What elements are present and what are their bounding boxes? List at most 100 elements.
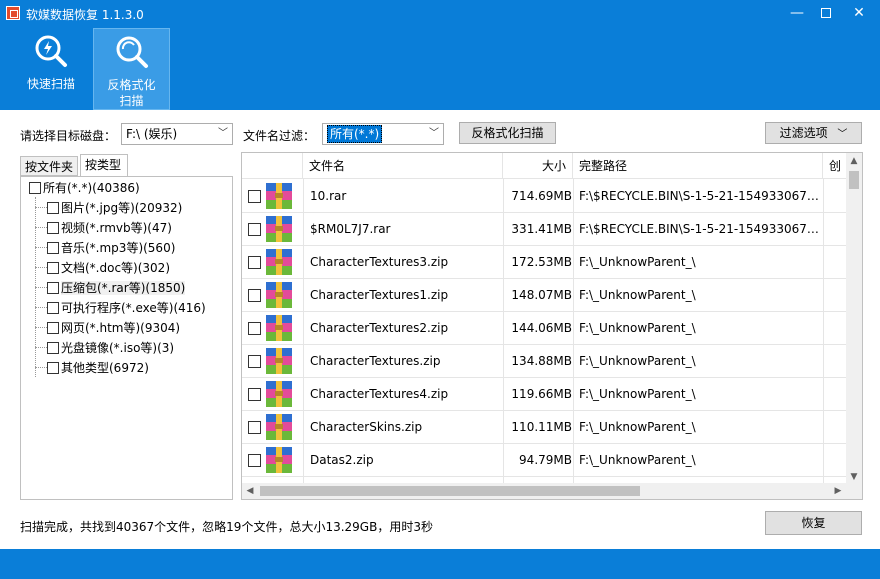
row-checkbox[interactable] (248, 190, 261, 203)
toolbar: 快速扫描 反格式化 扫描 (0, 28, 880, 110)
checkbox[interactable] (47, 362, 59, 374)
checkbox[interactable] (47, 282, 59, 294)
disk-select-value: F:\ (娱乐) (126, 127, 178, 141)
table-row[interactable]: CharacterTextures2.zip 144.06MB F:\_Unknow… (242, 312, 846, 345)
unformat-scan-icon (116, 36, 148, 68)
file-path: F:\_UnknowParent_\ (579, 255, 696, 269)
column-header-path[interactable]: 完整路径 (573, 153, 823, 179)
file-size: 172.53MB (511, 255, 572, 269)
archive-file-icon (264, 181, 294, 211)
horizontal-scrollbar[interactable]: ◀ ▶ (242, 483, 846, 499)
checkbox[interactable] (47, 262, 59, 274)
close-button[interactable]: ✕ (845, 4, 873, 24)
recover-button[interactable]: 恢复 (765, 511, 862, 535)
column-header-name[interactable]: 文件名 (303, 153, 503, 179)
row-checkbox[interactable] (248, 322, 261, 335)
scroll-up-icon[interactable]: ▲ (846, 153, 862, 169)
file-size: 148.07MB (511, 288, 572, 302)
tree-node-disc-images[interactable]: 光盘镜像(*.iso等)(3) (47, 339, 174, 357)
table-row[interactable]: CharacterTextures1.zip 148.07MB F:\_Unknow… (242, 279, 846, 312)
quick-scan-button[interactable]: 快速扫描 (12, 28, 90, 110)
checkbox[interactable] (29, 182, 41, 194)
table-row[interactable]: CharacterTextures4.zip 119.66MB F:\_Unknow… (242, 378, 846, 411)
file-name: CharacterTextures3.zip (310, 255, 449, 269)
archive-file-icon (264, 313, 294, 343)
tree-node-archives[interactable]: 压缩包(*.rar等)(1850) (47, 279, 186, 297)
checkbox[interactable] (47, 242, 59, 254)
archive-file-icon (264, 346, 294, 376)
file-path: F:\$RECYCLE.BIN\S-1-5-21-1549330675... (579, 189, 823, 203)
file-path: F:\_UnknowParent_\ (579, 387, 696, 401)
checkbox[interactable] (47, 322, 59, 334)
file-path: F:\_UnknowParent_\ (579, 288, 696, 302)
table-row[interactable]: Datas2.zip 94.79MB F:\_UnknowParent_\ (242, 444, 846, 477)
minimize-button[interactable]: — (783, 4, 811, 24)
scroll-left-icon[interactable]: ◀ (242, 483, 258, 499)
checkbox[interactable] (47, 202, 59, 214)
column-header-size[interactable]: 大小 (503, 153, 573, 179)
row-checkbox[interactable] (248, 421, 261, 434)
tree-node-video[interactable]: 视频(*.rmvb等)(47) (47, 219, 172, 237)
file-path: F:\_UnknowParent_\ (579, 321, 696, 335)
row-checkbox[interactable] (248, 223, 261, 236)
checkbox[interactable] (47, 302, 59, 314)
chevron-down-icon: ﹀ (429, 128, 439, 139)
tree-node-other[interactable]: 其他类型(6972) (47, 359, 149, 377)
chevron-down-icon: ﹀ (218, 128, 228, 139)
file-size: 134.88MB (511, 354, 572, 368)
vertical-scrollbar[interactable]: ▲ ▼ (846, 153, 862, 485)
file-path: F:\_UnknowParent_\ (579, 354, 696, 368)
file-size: 331.41MB (511, 222, 572, 236)
file-name: CharacterTextures1.zip (310, 288, 449, 302)
file-name: Datas2.zip (310, 453, 374, 467)
tab-by-folder[interactable]: 按文件夹 (20, 156, 78, 176)
file-path: F:\_UnknowParent_\ (579, 453, 696, 467)
table-row[interactable]: 10.rar 714.69MB F:\$RECYCLE.BIN\S-1-5-21-1… (242, 180, 846, 213)
checkbox[interactable] (47, 222, 59, 234)
disk-select[interactable]: F:\ (娱乐) ﹀ (121, 123, 233, 145)
scroll-thumb[interactable] (260, 486, 640, 496)
disk-label: 请选择目标磁盘： (20, 129, 117, 143)
table-row[interactable]: $RM0L7J7.rar 331.41MB F:\$RECYCLE.BIN\S-1-… (242, 213, 846, 246)
column-header-select[interactable] (242, 153, 303, 179)
filter-options-button[interactable]: 过滤选项 ﹀ (765, 122, 862, 144)
row-checkbox[interactable] (248, 355, 261, 368)
quick-scan-icon (35, 35, 67, 67)
tree-node-images[interactable]: 图片(*.jpg等)(20932) (47, 199, 182, 217)
row-checkbox[interactable] (248, 256, 261, 269)
tree-node-documents[interactable]: 文档(*.doc等)(302) (47, 259, 170, 277)
row-checkbox[interactable] (248, 289, 261, 302)
file-size: 714.69MB (511, 189, 572, 203)
row-checkbox[interactable] (248, 388, 261, 401)
file-size: 110.11MB (511, 420, 572, 434)
file-name: $RM0L7J7.rar (310, 222, 391, 236)
unformat-scan-action-button[interactable]: 反格式化扫描 (459, 122, 556, 144)
maximize-button[interactable] (812, 4, 840, 24)
tree-node-webpages[interactable]: 网页(*.htm等)(9304) (47, 319, 180, 337)
app-icon (6, 6, 20, 20)
file-name: CharacterSkins.zip (310, 420, 423, 434)
tree-node-music[interactable]: 音乐(*.mp3等)(560) (47, 239, 175, 257)
archive-file-icon (264, 445, 294, 475)
archive-file-icon (264, 280, 294, 310)
table-row[interactable]: CharacterTextures.zip 134.88MB F:\_UnknowP… (242, 345, 846, 378)
type-tree: 所有(*.*)(40386) 图片(*.jpg等)(20932) 视频(*.rm… (20, 176, 233, 500)
scroll-right-icon[interactable]: ▶ (830, 483, 846, 499)
scroll-thumb[interactable] (849, 171, 859, 189)
tree-node-all[interactable]: 所有(*.*)(40386) (29, 179, 140, 197)
file-list: 文件名 大小 完整路径 创 10.rar 714.69MB F:\$RECYCLE.… (241, 152, 863, 500)
tree-node-executables[interactable]: 可执行程序(*.exe等)(416) (47, 299, 206, 317)
archive-file-icon (264, 214, 294, 244)
file-size: 94.79MB (519, 453, 572, 467)
filter-options-label: 过滤选项 (779, 126, 828, 140)
archive-file-icon (264, 412, 294, 442)
filename-filter-label: 文件名过滤： (243, 129, 316, 143)
checkbox[interactable] (47, 342, 59, 354)
tab-by-type[interactable]: 按类型 (80, 154, 128, 176)
unformat-scan-button[interactable]: 反格式化 扫描 (93, 28, 170, 110)
table-row[interactable]: CharacterTextures3.zip 172.53MB F:\_Unknow… (242, 246, 846, 279)
table-row[interactable]: CharacterSkins.zip 110.11MB F:\_UnknowPare… (242, 411, 846, 444)
title-bar: 软媒数据恢复 1.1.3.0 — ✕ (0, 0, 880, 28)
row-checkbox[interactable] (248, 454, 261, 467)
filename-filter-select[interactable]: 所有(*.*) ﹀ (322, 123, 444, 145)
